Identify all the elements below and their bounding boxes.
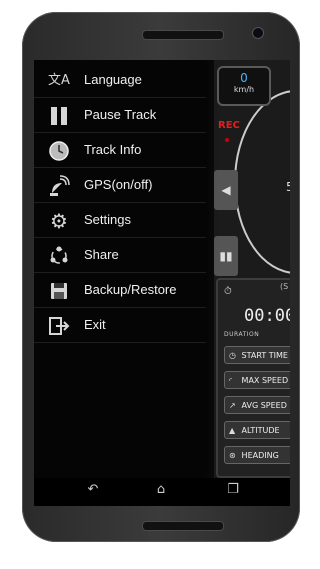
- menu-item-label: Language: [84, 72, 142, 87]
- bottom-speaker: [142, 521, 224, 531]
- duration-label: DURATION: [224, 331, 260, 338]
- translate-icon: 文A: [48, 73, 70, 88]
- panel-corner-label: (S: [280, 282, 289, 291]
- avg-speed-icon: ↗: [229, 401, 236, 410]
- mountain-icon: ▲: [229, 426, 236, 435]
- chart-bars-button[interactable]: ▮▮: [214, 236, 238, 276]
- menu-item-share[interactable]: Share: [34, 238, 206, 273]
- menu-item-label: Track Info: [84, 142, 142, 157]
- menu-item-label: Exit: [84, 317, 106, 332]
- menu-item-label: Backup/Restore: [84, 282, 177, 297]
- collapse-arrow-button[interactable]: ◀: [214, 170, 238, 210]
- menu-item-track-info[interactable]: Track Info: [34, 133, 206, 168]
- gear-icon: ⚙: [50, 209, 68, 233]
- menu-item-backup-restore[interactable]: Backup/Restore: [34, 273, 206, 308]
- save-icon: [48, 280, 70, 302]
- rec-dot: [225, 138, 229, 142]
- menu-item-label: Settings: [84, 212, 131, 227]
- back-icon[interactable]: ↶: [83, 482, 103, 497]
- timer-display: 00:00: [244, 306, 290, 326]
- pause-icon: [48, 105, 70, 127]
- gauge-label-5: 5: [286, 180, 290, 194]
- menu-item-gps[interactable]: GPS(on/off): [34, 168, 206, 203]
- front-camera: [252, 27, 264, 39]
- menu-item-exit[interactable]: Exit: [34, 308, 206, 343]
- recents-icon[interactable]: ❐: [223, 482, 243, 497]
- stat-start-time[interactable]: ◷ START TIME: [224, 346, 290, 364]
- exit-icon: [48, 315, 70, 337]
- satellite-icon: [48, 175, 70, 197]
- speedometer-app: 10 5 0 0 km/h REC ◀ ▮▮ ⏱ (S 00:00 DURATI…: [214, 60, 290, 478]
- menu-item-label: GPS(on/off): [84, 177, 153, 192]
- navigation-drawer: 文A Language Pause Track Track Info GPS(o…: [34, 60, 206, 478]
- compass-icon: ⊛: [229, 451, 236, 460]
- menu-item-language[interactable]: 文A Language: [34, 63, 206, 98]
- clock-icon: ◷: [229, 351, 236, 360]
- stat-avg-speed[interactable]: ↗ AVG SPEED: [224, 396, 290, 414]
- clock-icon: [48, 140, 70, 162]
- earpiece-speaker: [142, 30, 224, 40]
- stopwatch-icon: ⏱: [224, 286, 232, 297]
- menu-item-pause-track[interactable]: Pause Track: [34, 98, 206, 133]
- speed-readout: 0 km/h: [217, 66, 271, 106]
- menu-item-settings[interactable]: ⚙ Settings: [34, 203, 206, 238]
- speed-value: 0: [240, 71, 248, 85]
- rec-indicator: REC: [218, 120, 240, 131]
- share-icon: [48, 245, 70, 267]
- home-icon[interactable]: ⌂: [151, 482, 171, 497]
- menu-item-label: Pause Track: [84, 107, 157, 122]
- screen: 10 5 0 0 km/h REC ◀ ▮▮ ⏱ (S 00:00 DURATI…: [34, 60, 290, 478]
- speed-icon: ◜: [229, 376, 233, 385]
- stats-panel: ⏱ (S 00:00 DURATION ◷ START TIME ◜ MAX S…: [216, 278, 290, 478]
- speed-unit: km/h: [233, 85, 255, 94]
- stat-max-speed[interactable]: ◜ MAX SPEED: [224, 371, 290, 389]
- stat-altitude[interactable]: ▲ ALTITUDE: [224, 421, 290, 439]
- menu-item-label: Share: [84, 247, 119, 262]
- speed-gauge: [234, 90, 290, 274]
- stat-heading[interactable]: ⊛ HEADING: [224, 446, 290, 464]
- navigation-bar: ↶ ⌂ ❐: [34, 478, 290, 506]
